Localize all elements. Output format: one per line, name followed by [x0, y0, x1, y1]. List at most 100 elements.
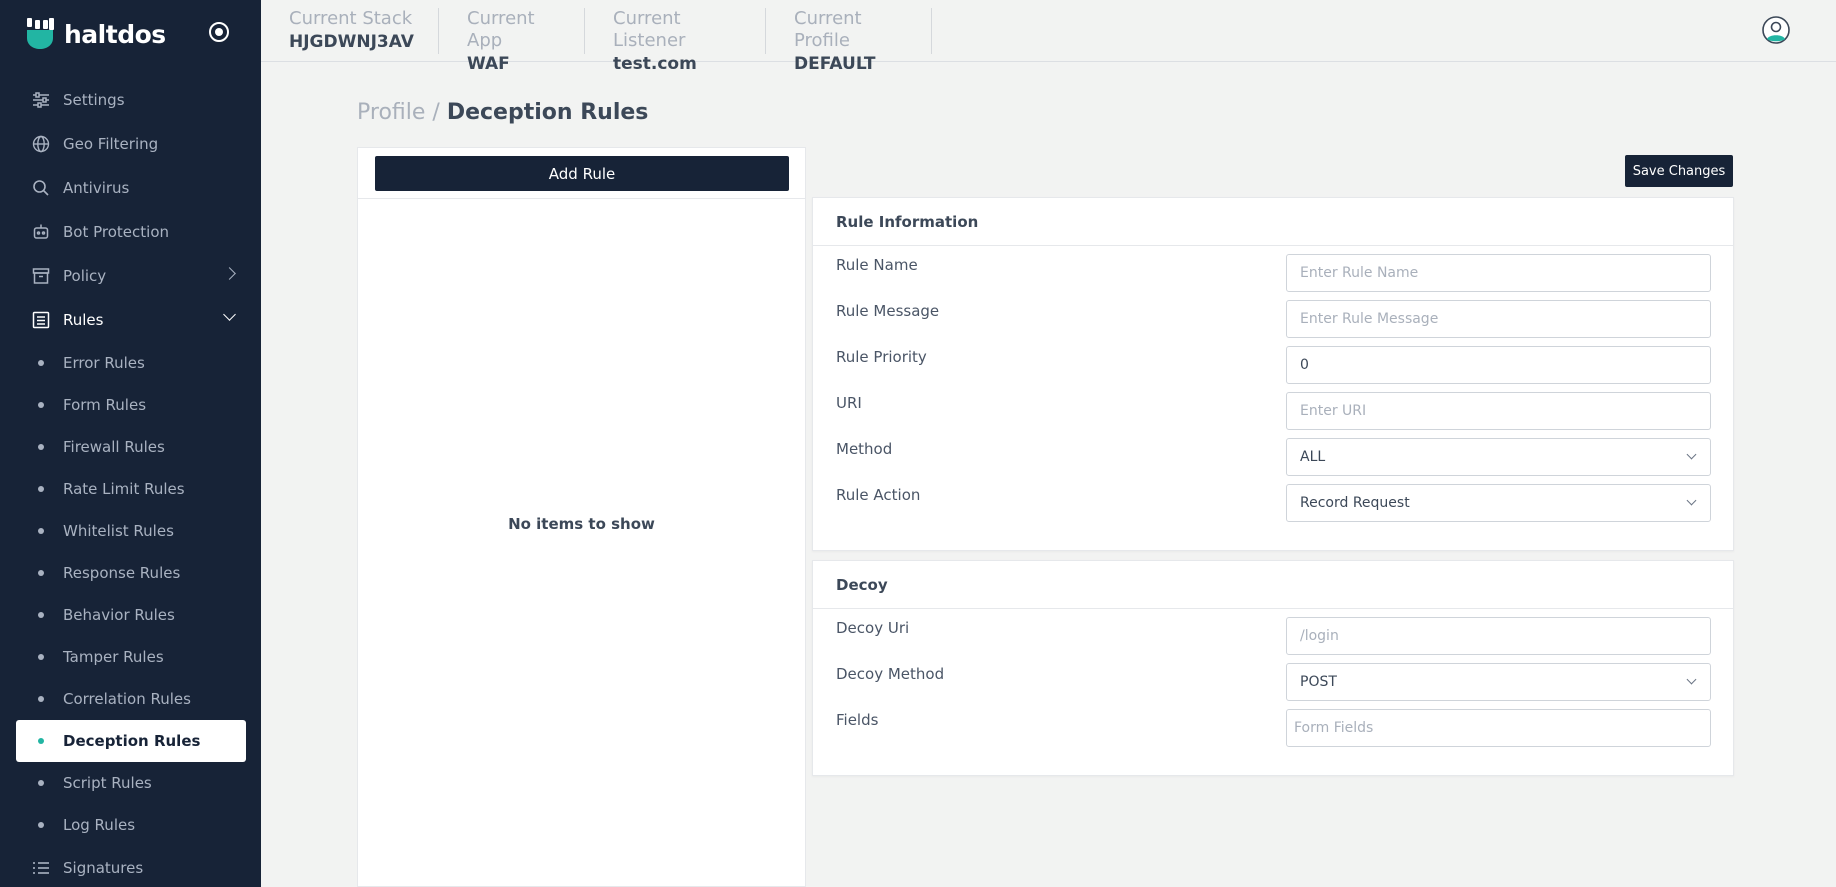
sidebar-subitem-correlation-rules[interactable]: Correlation Rules [16, 678, 246, 720]
rule-name-input[interactable] [1286, 254, 1711, 292]
bullet-icon [38, 654, 44, 660]
rule-name-row: Rule Name [813, 246, 1733, 292]
sidebar-subitem-label: Rate Limit Rules [63, 480, 185, 498]
sidebar-subitem-form-rules[interactable]: Form Rules [16, 384, 246, 426]
robot-icon [31, 222, 51, 242]
breadcrumb: Profile / Deception Rules [357, 100, 648, 125]
bullet-icon [38, 612, 44, 618]
sidebar: haltdos Settings Geo Filtering Antivirus [0, 0, 261, 887]
rule-information-card: Rule Information Rule Name Rule Message … [812, 197, 1734, 551]
field-label: Fields [836, 711, 879, 729]
decoy-uri-input[interactable] [1286, 617, 1711, 655]
bullet-icon [38, 402, 44, 408]
breadcrumb-root[interactable]: Profile [357, 100, 425, 125]
sidebar-subitem-label: Behavior Rules [63, 606, 175, 624]
sidebar-item-settings[interactable]: Settings [16, 78, 246, 122]
select-value: POST [1300, 674, 1337, 690]
field-label: URI [836, 394, 862, 412]
sidebar-subitem-log-rules[interactable]: Log Rules [16, 804, 246, 846]
sidebar-subitem-label: Form Rules [63, 396, 147, 414]
brand-logo[interactable]: haltdos [26, 14, 166, 54]
rule-priority-row: Rule Priority [813, 338, 1733, 384]
sidebar-subitem-label: Error Rules [63, 354, 145, 372]
rule-action-row: Rule Action Record Request [813, 476, 1733, 522]
select-value: Record Request [1300, 495, 1410, 511]
add-rule-button[interactable]: Add Rule [375, 156, 789, 191]
sidebar-subitem-whitelist-rules[interactable]: Whitelist Rules [16, 510, 246, 552]
sidebar-item-rules[interactable]: Rules [16, 298, 246, 342]
sidebar-item-bot-protection[interactable]: Bot Protection [16, 210, 246, 254]
chevron-down-icon [1686, 449, 1697, 460]
bullet-icon [38, 360, 44, 366]
context-label: Current App [467, 8, 535, 51]
uri-row: URI [813, 384, 1733, 430]
context-value: DEFAULT [794, 54, 876, 74]
sidebar-item-label: Policy [63, 267, 107, 285]
bullet-icon [38, 780, 44, 786]
sidebar-item-label: Geo Filtering [63, 135, 159, 153]
chevron-down-icon [1686, 674, 1697, 685]
context-value: test.com [613, 54, 697, 74]
chevron-right-icon [223, 267, 236, 280]
form-fields-input[interactable] [1286, 709, 1711, 747]
fields-row: Fields [813, 701, 1733, 747]
decoy-uri-row: Decoy Uri [813, 609, 1733, 655]
sidebar-item-label: Bot Protection [63, 223, 170, 241]
decoy-method-select[interactable]: POST [1286, 663, 1711, 701]
sidebar-subitem-behavior-rules[interactable]: Behavior Rules [16, 594, 246, 636]
bullet-icon [38, 528, 44, 534]
sidebar-subitem-error-rules[interactable]: Error Rules [16, 342, 246, 384]
card-title: Rule Information [813, 198, 1733, 246]
sidebar-subitem-script-rules[interactable]: Script Rules [16, 762, 246, 804]
context-label: Current Profile [794, 8, 862, 51]
uri-input[interactable] [1286, 392, 1711, 430]
sidebar-nav: Settings Geo Filtering Antivirus Bot Pro… [16, 78, 246, 887]
decoy-card: Decoy Decoy Uri Decoy Method POST Fields [812, 560, 1734, 776]
sidebar-item-policy[interactable]: Policy [16, 254, 246, 298]
sidebar-subitem-firewall-rules[interactable]: Firewall Rules [16, 426, 246, 468]
sidebar-subitem-label: Firewall Rules [63, 438, 165, 456]
save-changes-button[interactable]: Save Changes [1625, 155, 1733, 187]
archive-icon [31, 266, 51, 286]
sidebar-item-geo-filtering[interactable]: Geo Filtering [16, 122, 246, 166]
sidebar-subitem-label: Log Rules [63, 816, 136, 834]
bullet-icon [38, 444, 44, 450]
current-app[interactable]: Current App WAF [439, 8, 585, 74]
sidebar-item-label: Settings [63, 91, 125, 109]
card-title: Decoy [813, 561, 1733, 609]
sidebar-item-label: Antivirus [63, 179, 130, 197]
decoy-method-row: Decoy Method POST [813, 655, 1733, 701]
current-listener[interactable]: Current Listener test.com [585, 8, 766, 74]
current-profile[interactable]: Current Profile DEFAULT [766, 8, 932, 74]
empty-state-message: No items to show [508, 515, 655, 533]
method-select[interactable]: ALL [1286, 438, 1711, 476]
sidebar-subitem-rate-limit-rules[interactable]: Rate Limit Rules [16, 468, 246, 510]
context-value: WAF [467, 54, 510, 74]
rule-priority-input[interactable] [1286, 346, 1711, 384]
sidebar-item-antivirus[interactable]: Antivirus [16, 166, 246, 210]
field-label: Decoy Method [836, 665, 945, 683]
sidebar-item-label: Rules [63, 311, 104, 329]
method-row: Method ALL [813, 430, 1733, 476]
sidebar-subitem-label: Script Rules [63, 774, 152, 792]
rule-message-input[interactable] [1286, 300, 1711, 338]
context-label: Current Stack [289, 8, 413, 29]
sidebar-subitem-label: Tamper Rules [63, 648, 164, 666]
haltdos-logo-icon [27, 18, 54, 49]
sidebar-subitem-tamper-rules[interactable]: Tamper Rules [16, 636, 246, 678]
globe-icon [31, 134, 51, 154]
chevron-down-icon [223, 308, 236, 321]
sidebar-subitem-label: Response Rules [63, 564, 181, 582]
sidebar-subitem-deception-rules[interactable]: Deception Rules [16, 720, 246, 762]
target-icon[interactable] [209, 22, 229, 42]
chevron-down-icon [1686, 495, 1697, 506]
field-label: Decoy Uri [836, 619, 910, 637]
user-avatar-icon[interactable] [1762, 16, 1790, 44]
field-label: Rule Name [836, 256, 918, 274]
sidebar-item-signatures[interactable]: Signatures [16, 846, 246, 887]
list-icon [31, 858, 51, 878]
rule-action-select[interactable]: Record Request [1286, 484, 1711, 522]
bullet-icon [38, 570, 44, 576]
current-stack[interactable]: Current Stack HJGDWNJ3AV [261, 8, 439, 54]
sidebar-subitem-response-rules[interactable]: Response Rules [16, 552, 246, 594]
